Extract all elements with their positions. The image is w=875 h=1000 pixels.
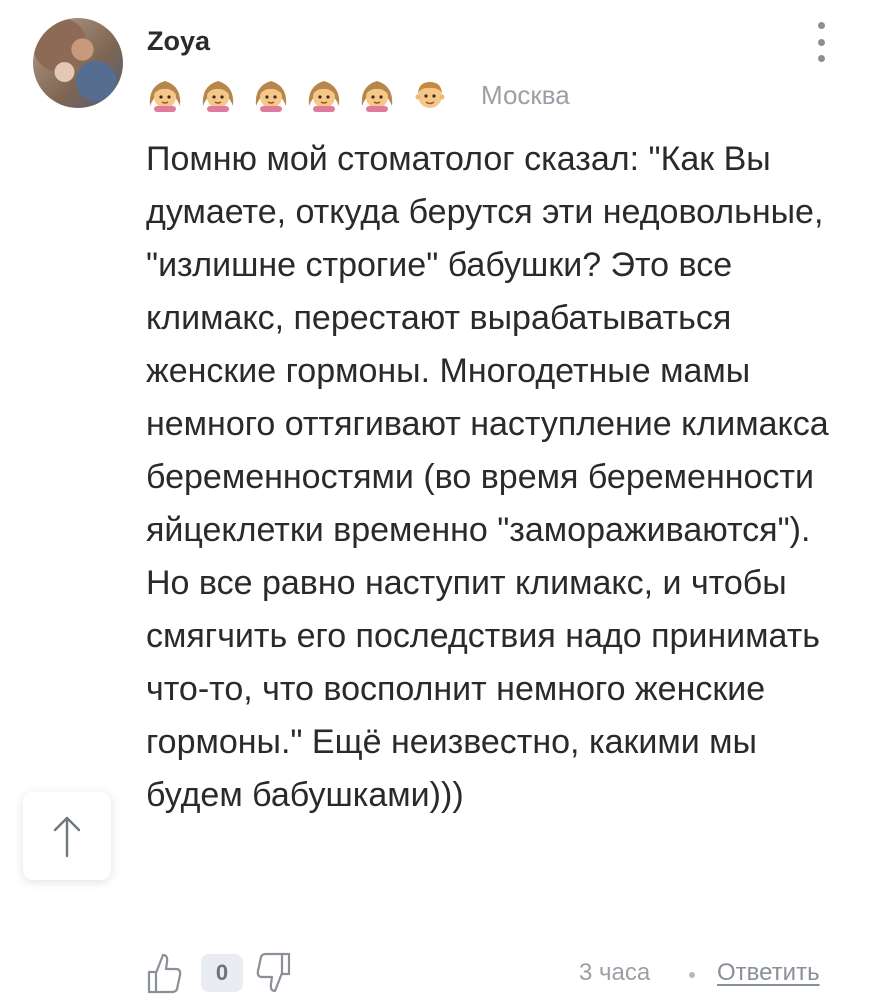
avatar[interactable] xyxy=(33,18,123,108)
badge-row xyxy=(146,76,464,114)
separator-dot xyxy=(689,972,695,978)
girl-emoji-icon xyxy=(199,76,237,114)
menu-dot xyxy=(817,55,825,62)
girl-emoji-icon xyxy=(358,76,396,114)
like-button[interactable] xyxy=(146,952,182,994)
boy-emoji-icon xyxy=(411,76,449,114)
thumbs-up-icon xyxy=(147,953,182,994)
comment-card: Zoya Москва Помню мой стоматолог сказал:… xyxy=(0,0,875,1000)
thumbs-down-icon xyxy=(256,952,291,993)
reply-link[interactable]: Ответить xyxy=(717,959,820,987)
arrow-up-icon xyxy=(53,816,81,858)
girl-emoji-icon xyxy=(305,76,343,114)
comment-actions: 0 3 часа Ответить xyxy=(146,952,856,996)
menu-dot xyxy=(817,38,825,46)
girl-emoji-icon xyxy=(252,76,290,114)
more-vertical-icon[interactable] xyxy=(814,22,828,62)
vote-count: 0 xyxy=(201,954,243,992)
location-label: Москва xyxy=(481,80,570,110)
menu-dot xyxy=(817,22,825,29)
timestamp: 3 часа xyxy=(579,959,651,986)
dislike-button[interactable] xyxy=(256,952,292,994)
comment-text: Помню мой стоматолог сказал: "Как Вы дум… xyxy=(146,140,829,814)
girl-emoji-icon xyxy=(146,76,184,114)
author-name[interactable]: Zoya xyxy=(147,26,210,57)
scroll-to-top-button[interactable] xyxy=(23,792,111,880)
